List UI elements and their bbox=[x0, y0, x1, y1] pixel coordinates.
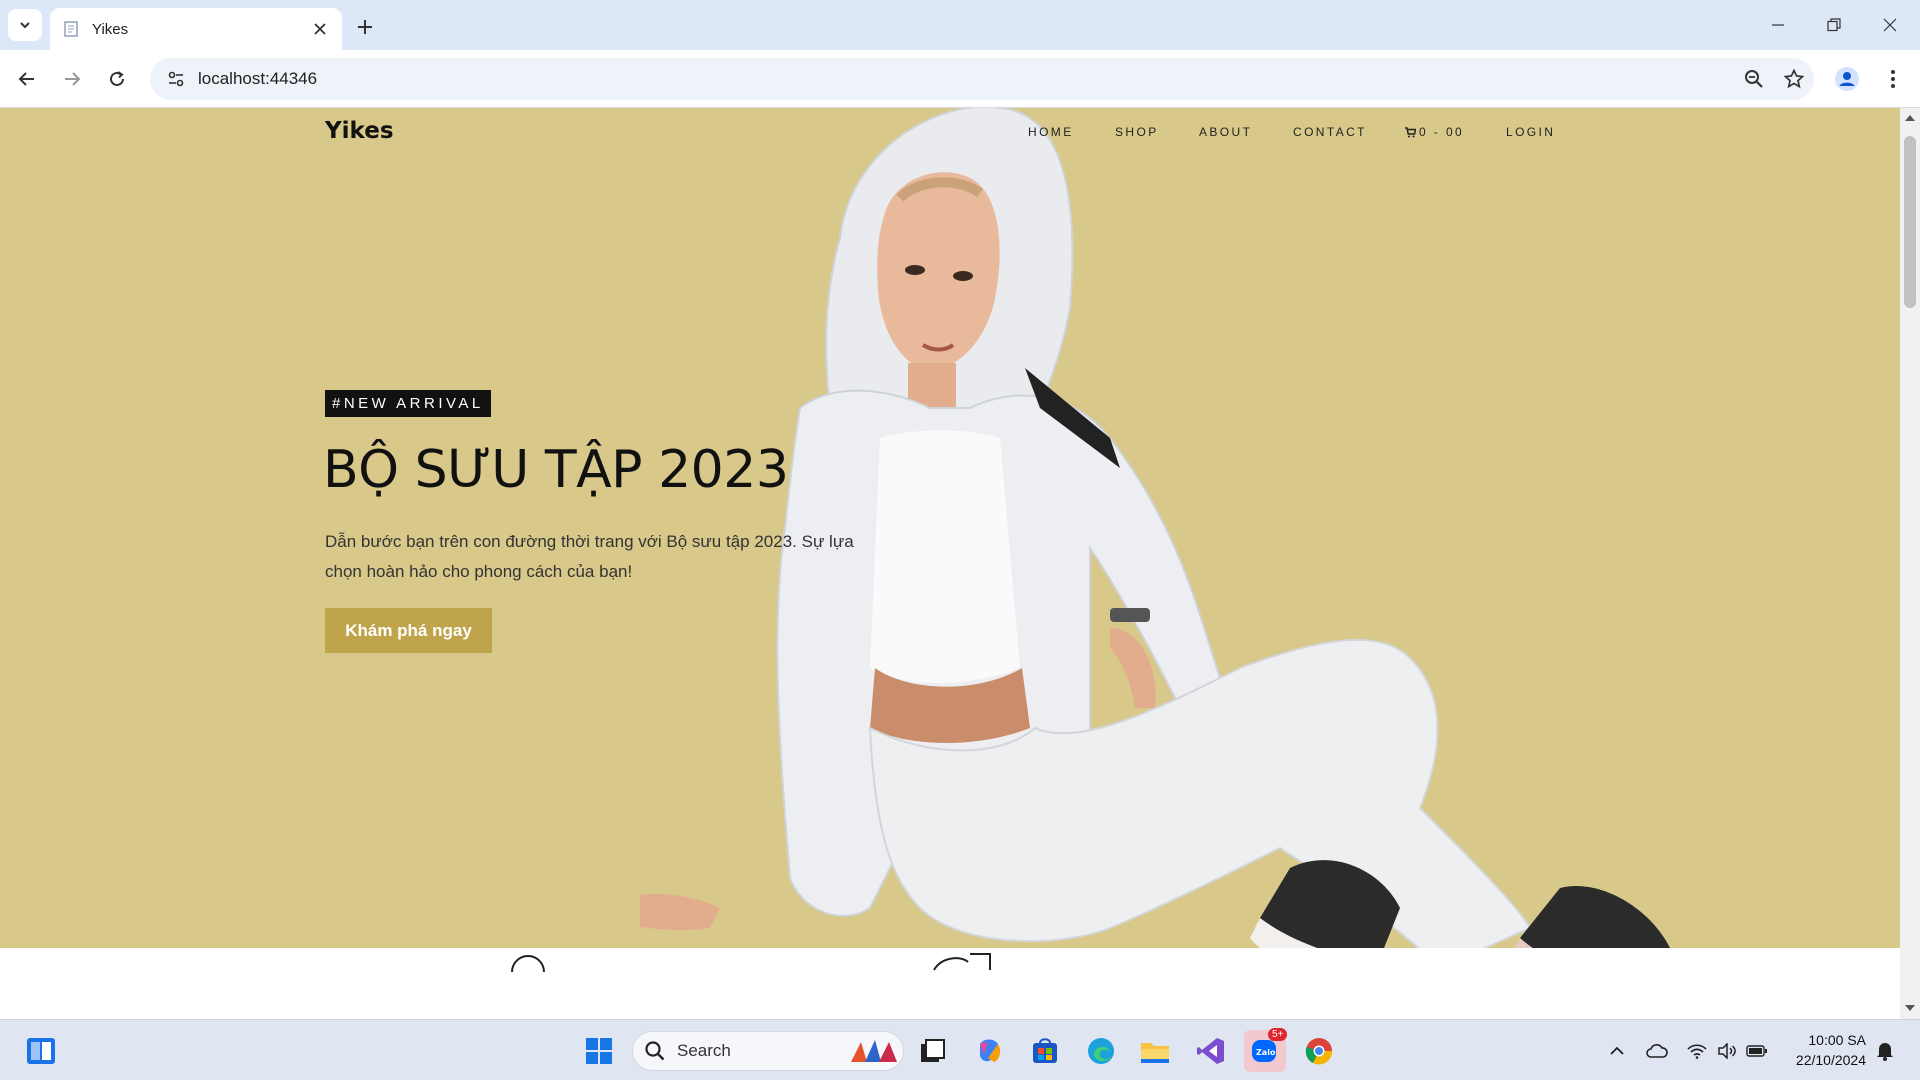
close-window-button[interactable] bbox=[1870, 8, 1910, 42]
volume-icon[interactable] bbox=[1714, 1038, 1740, 1064]
browser-toolbar: localhost:44346 bbox=[0, 50, 1920, 108]
taskbar-search[interactable]: Search bbox=[632, 1031, 904, 1071]
forward-button[interactable] bbox=[55, 62, 89, 96]
search-highlight-icon bbox=[851, 1040, 897, 1062]
restore-icon bbox=[1827, 18, 1841, 32]
visual-studio-icon[interactable] bbox=[1190, 1030, 1232, 1072]
svg-text:Zalo: Zalo bbox=[1256, 1048, 1276, 1057]
hero-headline: BỘ SƯU TẬP 2023 bbox=[323, 440, 789, 500]
reload-button[interactable] bbox=[100, 62, 134, 96]
chevron-down-icon bbox=[20, 22, 30, 29]
wifi-icon[interactable] bbox=[1684, 1038, 1710, 1064]
copilot-icon[interactable] bbox=[968, 1030, 1010, 1072]
browser-menu-icon[interactable] bbox=[1876, 62, 1910, 96]
battery-icon[interactable] bbox=[1744, 1038, 1770, 1064]
bookmark-star-icon[interactable] bbox=[1774, 62, 1814, 96]
feature-icon bbox=[933, 953, 991, 971]
arrow-left-icon bbox=[18, 72, 34, 86]
zalo-icon[interactable]: Zalo 5+ bbox=[1244, 1028, 1288, 1072]
start-windows-icon[interactable] bbox=[578, 1030, 620, 1072]
site-logo[interactable]: Yikes bbox=[325, 118, 394, 144]
windows-taskbar: Search Zalo 5+ 10:00 SA 22/10/2024 bbox=[0, 1019, 1920, 1080]
site-info-icon[interactable] bbox=[164, 67, 188, 91]
browser-tab-active[interactable]: Yikes bbox=[50, 8, 342, 50]
restore-button[interactable] bbox=[1814, 8, 1854, 42]
scrollbar-thumb[interactable] bbox=[1904, 136, 1916, 308]
cart-icon bbox=[1405, 126, 1416, 137]
nav-shop[interactable]: SHOP bbox=[1115, 125, 1159, 139]
search-icon bbox=[645, 1041, 665, 1061]
tab-search-button[interactable] bbox=[8, 9, 42, 41]
reload-icon bbox=[110, 71, 124, 86]
search-label: Search bbox=[677, 1041, 731, 1060]
page-favicon-icon bbox=[64, 21, 78, 37]
new-arrival-badge: #NEW ARRIVAL bbox=[325, 390, 491, 417]
nav-contact[interactable]: CONTACT bbox=[1293, 125, 1367, 139]
widgets-icon[interactable] bbox=[20, 1030, 62, 1072]
onedrive-cloud-icon[interactable] bbox=[1644, 1038, 1670, 1064]
scroll-down-icon[interactable] bbox=[1904, 1002, 1916, 1014]
minimize-button[interactable] bbox=[1758, 8, 1798, 42]
zoom-icon[interactable] bbox=[1734, 62, 1774, 96]
feature-icon bbox=[511, 955, 545, 972]
nav-about[interactable]: ABOUT bbox=[1199, 125, 1252, 139]
clock-date: 22/10/2024 bbox=[1795, 1052, 1866, 1068]
task-view-icon[interactable] bbox=[912, 1030, 954, 1072]
notification-bell-icon[interactable] bbox=[1872, 1038, 1898, 1064]
url-text: localhost:44346 bbox=[198, 69, 318, 88]
file-explorer-icon[interactable] bbox=[1134, 1030, 1176, 1072]
nav-login[interactable]: LOGIN bbox=[1506, 125, 1555, 139]
browser-tabstrip: Yikes bbox=[0, 0, 1920, 50]
minimize-icon bbox=[1772, 24, 1784, 26]
hero-description: Dẫn bước bạn trên con đường thời trang v… bbox=[325, 532, 854, 581]
tab-title: Yikes bbox=[92, 20, 129, 38]
show-hidden-icons-chevron-up-icon[interactable] bbox=[1604, 1038, 1630, 1064]
nav-cart[interactable]: 0 - 00 bbox=[1405, 125, 1464, 139]
hero-banner: Yikes HOME SHOP ABOUT CONTACT 0 - 00 LOG… bbox=[0, 108, 1900, 1009]
plus-icon bbox=[358, 20, 372, 34]
new-tab-button[interactable] bbox=[350, 12, 380, 42]
edge-browser-icon[interactable] bbox=[1080, 1030, 1122, 1072]
cart-count: 0 - 00 bbox=[1419, 125, 1465, 139]
microsoft-store-icon[interactable] bbox=[1024, 1030, 1066, 1072]
nav-home[interactable]: HOME bbox=[1028, 125, 1074, 139]
back-button[interactable] bbox=[10, 62, 44, 96]
chrome-icon[interactable] bbox=[1298, 1030, 1340, 1072]
address-bar[interactable]: localhost:44346 bbox=[150, 58, 1814, 100]
close-icon bbox=[1883, 18, 1897, 32]
clock-time: 10:00 SA bbox=[1808, 1032, 1866, 1048]
taskbar-clock[interactable]: 10:00 SA 22/10/2024 bbox=[1782, 1030, 1866, 1070]
profile-avatar-icon[interactable] bbox=[1830, 62, 1864, 96]
scroll-up-icon[interactable] bbox=[1904, 112, 1916, 124]
next-section bbox=[0, 948, 1900, 1019]
page-scrollbar[interactable] bbox=[1900, 108, 1920, 1019]
zalo-notification-badge: 5+ bbox=[1268, 1028, 1288, 1041]
arrow-right-icon bbox=[65, 72, 81, 86]
explore-now-button[interactable]: Khám phá ngay bbox=[325, 608, 492, 653]
close-tab-icon[interactable] bbox=[310, 19, 330, 39]
page-viewport: Yikes HOME SHOP ABOUT CONTACT 0 - 00 LOG… bbox=[0, 108, 1900, 1019]
